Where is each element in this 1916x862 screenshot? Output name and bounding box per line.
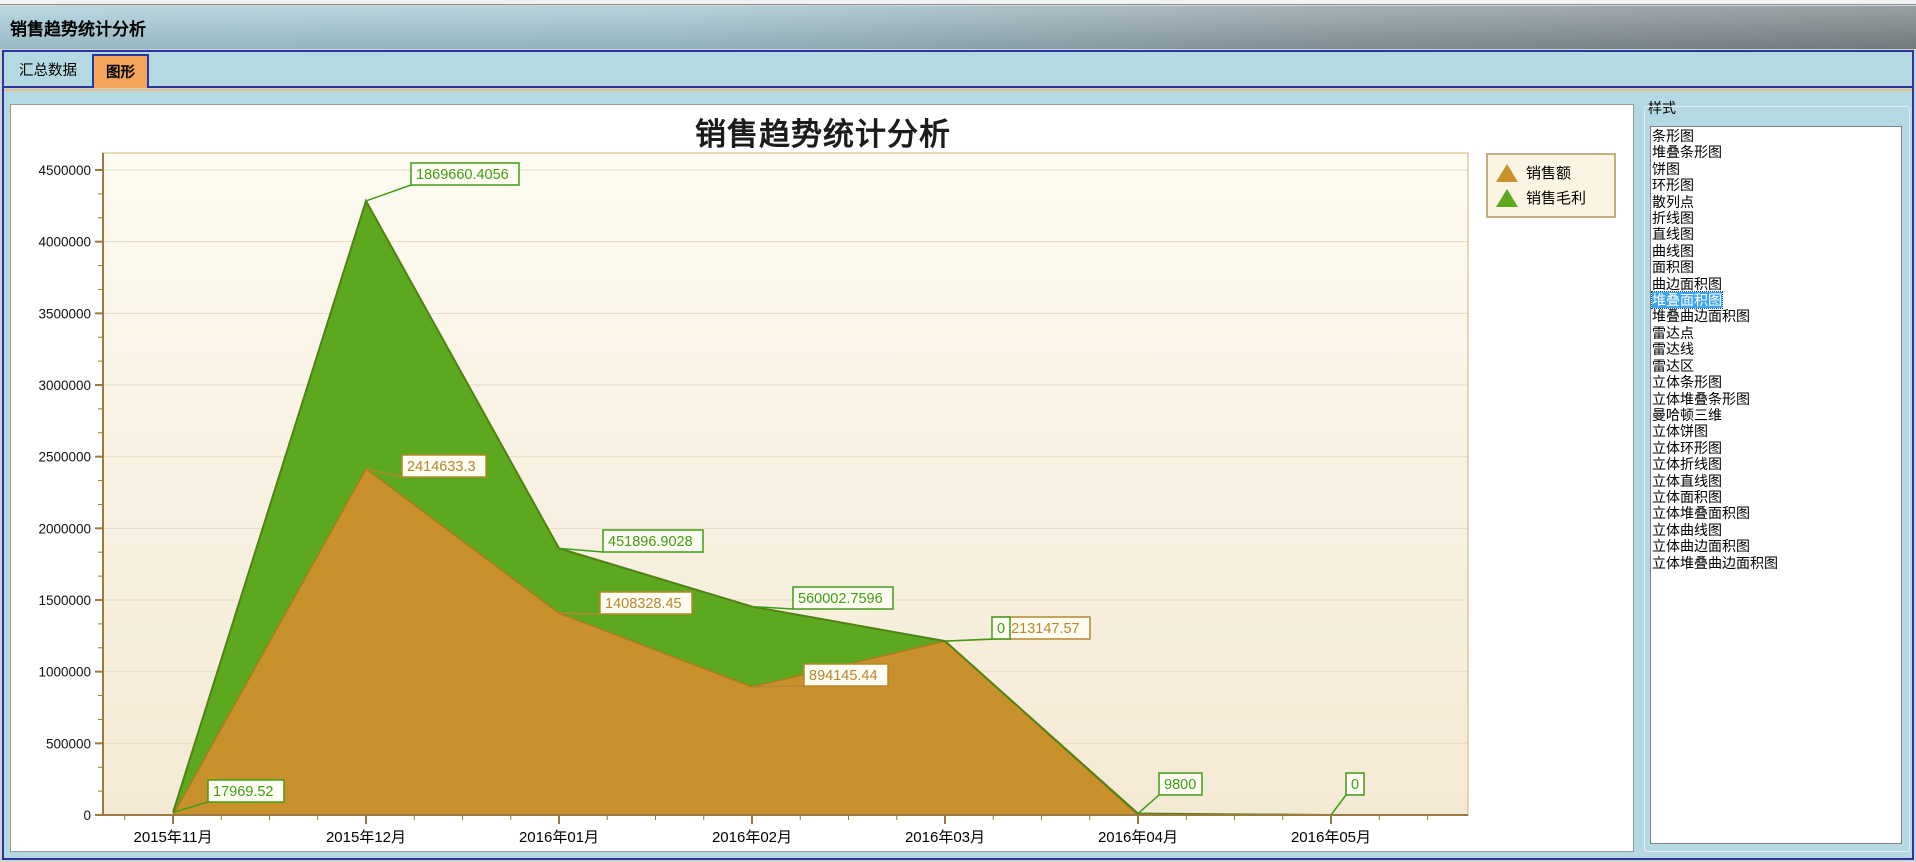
point-label-value: 0 — [997, 621, 1005, 637]
point-label-callout — [559, 613, 600, 614]
x-tick-label: 2015年11月 — [134, 829, 213, 846]
x-tick-label: 2016年03月 — [905, 829, 985, 846]
window-title: 销售趋势统计分析 — [0, 15, 146, 40]
style-option[interactable]: 曲边面积图 — [1652, 276, 1722, 292]
style-option[interactable]: 堆叠条形图 — [1652, 144, 1722, 160]
style-option[interactable]: 饼图 — [1652, 161, 1680, 177]
style-option[interactable]: 环形图 — [1652, 177, 1694, 193]
y-tick-label: 2000000 — [38, 521, 91, 536]
tab-page-top-edge — [4, 89, 1912, 91]
main-container: 汇总数据 图形 0 500000 1000000 1500000 2000000 2500… — [2, 50, 1914, 860]
style-option[interactable]: 立体环形图 — [1652, 440, 1722, 456]
legend-item: 销售额 — [1496, 160, 1606, 185]
y-tick-label: 3000000 — [38, 378, 91, 393]
y-tick-label: 1000000 — [38, 665, 91, 680]
point-label-value: 2414633.3 — [407, 459, 476, 475]
x-axis-ticks: 2015年11月 2015年12月 2016年01月 2016年02月 2016年03月… — [125, 815, 1428, 846]
style-option[interactable]: 直线图 — [1652, 226, 1694, 242]
style-option[interactable]: 立体面积图 — [1652, 489, 1722, 505]
tab-summary-data[interactable]: 汇总数据 — [10, 54, 86, 86]
y-tick-label: 1500000 — [38, 593, 91, 608]
style-option[interactable]: 立体饼图 — [1652, 423, 1708, 439]
style-option[interactable]: 雷达区 — [1652, 358, 1694, 374]
style-panel: 样式 条形图堆叠条形图饼图环形图散列点折线图直线图曲线图面积图曲边面积图堆叠面积… — [1640, 96, 1912, 856]
point-label-value: 9800 — [1164, 777, 1196, 793]
style-option[interactable]: 立体直线图 — [1652, 473, 1722, 489]
point-label-value: 1408328.45 — [605, 596, 682, 612]
chart-title: 销售趋势统计分析 — [11, 109, 1635, 154]
tab-strip: 汇总数据 图形 — [4, 52, 1912, 88]
y-tick-label: 3500000 — [38, 306, 91, 321]
x-tick-label: 2015年12月 — [326, 829, 406, 846]
point-label-value: 1869660.4056 — [416, 167, 509, 183]
x-tick-label: 2016年01月 — [519, 829, 599, 846]
x-tick-label: 2016年02月 — [712, 829, 792, 846]
titlebar: 销售趋势统计分析 — [0, 6, 1916, 49]
point-label-callout — [752, 686, 804, 687]
chart-plot: 0 500000 1000000 1500000 2000000 2500000 30000… — [11, 105, 1635, 853]
style-option[interactable]: 折线图 — [1652, 210, 1694, 226]
style-option[interactable]: 面积图 — [1652, 259, 1694, 275]
point-label-value: 451896.9028 — [608, 534, 693, 550]
style-listbox[interactable]: 条形图堆叠条形图饼图环形图散列点折线图直线图曲线图面积图曲边面积图堆叠面积图堆叠… — [1650, 126, 1902, 844]
window-top-edge — [0, 0, 1916, 5]
y-tick-label: 4500000 — [38, 163, 91, 178]
legend-triangle-icon — [1496, 189, 1518, 207]
legend-label: 销售额 — [1526, 162, 1571, 183]
style-option[interactable]: 立体曲线图 — [1652, 522, 1722, 538]
x-tick-label: 2016年04月 — [1098, 829, 1178, 846]
style-option[interactable]: 堆叠面积图 — [1652, 292, 1722, 308]
style-option[interactable]: 散列点 — [1652, 194, 1694, 210]
legend-triangle-icon — [1496, 164, 1518, 182]
point-label-value: 0 — [1351, 777, 1359, 793]
style-option[interactable]: 立体堆叠条形图 — [1652, 391, 1750, 407]
legend-item: 销售毛利 — [1496, 185, 1606, 210]
y-tick-label: 0 — [83, 808, 91, 823]
point-label-value: 1213147.57 — [1003, 621, 1080, 637]
style-option[interactable]: 曲线图 — [1652, 243, 1694, 259]
style-option[interactable]: 立体条形图 — [1652, 374, 1722, 390]
chart-legend: 销售额销售毛利 — [1486, 153, 1616, 218]
point-label-value: 894145.44 — [809, 668, 878, 684]
y-tick-label: 2500000 — [38, 450, 91, 465]
style-option[interactable]: 雷达线 — [1652, 341, 1694, 357]
style-option[interactable]: 雷达点 — [1652, 325, 1694, 341]
style-option[interactable]: 条形图 — [1652, 128, 1694, 144]
style-option[interactable]: 曼哈顿三维 — [1652, 407, 1722, 423]
point-label-value: 560002.7596 — [798, 591, 883, 607]
x-tick-label: 2016年05月 — [1291, 829, 1371, 846]
y-tick-label: 4000000 — [38, 235, 91, 250]
style-option[interactable]: 堆叠曲边面积图 — [1652, 308, 1750, 324]
style-option[interactable]: 立体堆叠面积图 — [1652, 505, 1750, 521]
legend-label: 销售毛利 — [1526, 187, 1586, 208]
application-window: 销售趋势统计分析 汇总数据 图形 0 500000 1000000 1500000 20… — [0, 0, 1916, 862]
chart-panel: 0 500000 1000000 1500000 2000000 2500000 30000… — [10, 104, 1634, 852]
style-option[interactable]: 立体折线图 — [1652, 456, 1722, 472]
point-label-value: 17969.52 — [213, 784, 273, 800]
tab-graphic[interactable]: 图形 — [92, 54, 149, 88]
y-axis-ticks: 0 500000 1000000 1500000 2000000 2500000 30000… — [38, 163, 103, 823]
style-option[interactable]: 立体堆叠曲边面积图 — [1652, 555, 1778, 571]
y-tick-label: 500000 — [46, 736, 91, 751]
style-option[interactable]: 立体曲边面积图 — [1652, 538, 1750, 554]
